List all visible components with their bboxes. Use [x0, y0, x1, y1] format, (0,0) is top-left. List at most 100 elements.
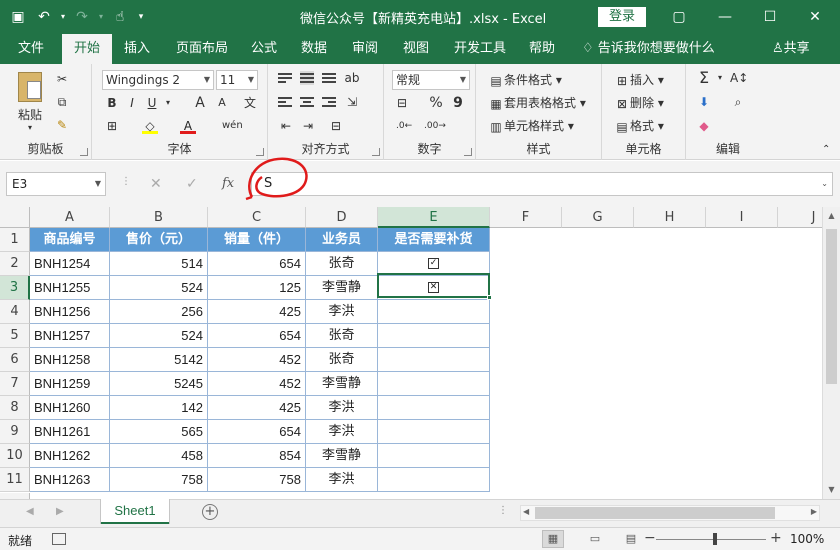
col-header-h[interactable]: H: [634, 207, 706, 228]
scroll-down-icon[interactable]: ▼: [823, 483, 840, 497]
page-break-view-icon[interactable]: ▤: [620, 530, 642, 548]
cell-restock[interactable]: ✕: [378, 276, 490, 300]
decrease-indent-icon[interactable]: ⇤: [278, 118, 294, 134]
cell-price[interactable]: 524: [110, 324, 208, 348]
tab-developer[interactable]: 开发工具: [454, 34, 506, 64]
cell-styles-button[interactable]: ▥ 单元格样式 ▾: [488, 117, 574, 135]
cell-product-id[interactable]: BNH1256: [30, 300, 110, 324]
alignment-launcher-icon[interactable]: [372, 148, 380, 156]
cell-salesperson[interactable]: 李洪: [306, 420, 378, 444]
normal-view-icon[interactable]: ▦: [542, 530, 564, 548]
percent-button[interactable]: %: [428, 95, 444, 111]
comma-style-button[interactable]: 9: [450, 95, 466, 111]
cell-product-id[interactable]: BNH1263: [30, 468, 110, 492]
touch-mode-icon[interactable]: ☝: [108, 5, 132, 29]
cell-restock[interactable]: [378, 468, 490, 492]
cell-price[interactable]: 758: [110, 468, 208, 492]
wrap-text-icon[interactable]: ⇲: [344, 94, 360, 110]
conditional-format-button[interactable]: ▤ 条件格式 ▾: [488, 71, 562, 89]
name-box[interactable]: E3 ▼: [6, 172, 106, 196]
row-header-4[interactable]: 4: [0, 300, 30, 324]
redo-icon[interactable]: ↷: [70, 5, 94, 29]
cell-product-id[interactable]: BNH1254: [30, 252, 110, 276]
align-center-icon[interactable]: [300, 95, 314, 109]
sheet-prev-icon[interactable]: ◀: [26, 506, 34, 517]
cell-restock[interactable]: [378, 348, 490, 372]
vertical-scrollbar[interactable]: ▲ ▼: [822, 207, 840, 499]
zoom-out-icon[interactable]: −: [644, 530, 656, 546]
cell-product-id[interactable]: BNH1261: [30, 420, 110, 444]
cell-product-id[interactable]: BNH1258: [30, 348, 110, 372]
align-left-icon[interactable]: [278, 95, 292, 109]
cell-salesperson[interactable]: 张奇: [306, 348, 378, 372]
cancel-icon[interactable]: ✕: [150, 176, 162, 192]
cell-product-id[interactable]: BNH1257: [30, 324, 110, 348]
maximize-icon[interactable]: ☐: [755, 4, 785, 30]
tab-help[interactable]: 帮助: [529, 34, 555, 64]
tab-view[interactable]: 视图: [403, 34, 429, 64]
collapse-ribbon-icon[interactable]: ⌃: [822, 144, 830, 155]
sheet-tab-sheet1[interactable]: Sheet1: [101, 499, 169, 524]
cell-price[interactable]: 256: [110, 300, 208, 324]
cell-sales[interactable]: 654: [208, 252, 306, 276]
fill-icon[interactable]: ⬇: [696, 94, 712, 110]
cell-sales[interactable]: 425: [208, 396, 306, 420]
cell-price[interactable]: 5142: [110, 348, 208, 372]
redo-dropdown-icon[interactable]: ▾: [96, 5, 106, 29]
cell-price[interactable]: 5245: [110, 372, 208, 396]
worksheet-grid[interactable]: A B C D E F G H I J 1 商品编号 售价（元） 销量（件） 业…: [0, 207, 822, 499]
cell-salesperson[interactable]: 李雪静: [306, 372, 378, 396]
zoom-slider[interactable]: [656, 539, 766, 540]
col-header-d[interactable]: D: [306, 207, 378, 228]
bold-button[interactable]: B: [104, 95, 120, 111]
cell-price[interactable]: 524: [110, 276, 208, 300]
cell-product-id[interactable]: BNH1260: [30, 396, 110, 420]
autosum-dropdown-icon[interactable]: ▾: [712, 70, 728, 86]
increase-indent-icon[interactable]: ⇥: [300, 118, 316, 134]
customize-qat-icon[interactable]: ▾: [134, 5, 148, 29]
zoom-level[interactable]: 100%: [790, 532, 824, 546]
cell-product-id[interactable]: BNH1259: [30, 372, 110, 396]
col-header-f[interactable]: F: [490, 207, 562, 228]
share-button[interactable]: ♙共享: [772, 34, 810, 64]
autosum-icon[interactable]: Σ: [696, 70, 712, 86]
clear-icon[interactable]: ◆: [696, 118, 712, 134]
decrease-decimal-icon[interactable]: .00→: [424, 118, 446, 134]
cell-sales[interactable]: 654: [208, 420, 306, 444]
cell-salesperson[interactable]: 张奇: [306, 324, 378, 348]
header-cell-product-id[interactable]: 商品编号: [30, 228, 110, 252]
format-painter-icon[interactable]: ✎: [54, 117, 70, 133]
delete-cells-button[interactable]: ⊠ 删除 ▾: [614, 94, 664, 112]
cell-sales[interactable]: 654: [208, 324, 306, 348]
insert-function-icon[interactable]: fx: [222, 176, 234, 191]
close-icon[interactable]: ✕: [800, 4, 830, 30]
font-size-combo[interactable]: 11 ▼: [216, 70, 258, 90]
add-sheet-button[interactable]: +: [202, 504, 218, 520]
increase-decimal-icon[interactable]: .0←: [396, 118, 412, 134]
col-header-c[interactable]: C: [208, 207, 306, 228]
header-cell-restock[interactable]: 是否需要补货: [378, 228, 490, 252]
formula-input[interactable]: S ⌄: [251, 172, 833, 196]
number-format-combo[interactable]: 常规 ▼: [392, 70, 470, 90]
tab-data[interactable]: 数据: [301, 34, 327, 64]
col-header-g[interactable]: G: [562, 207, 634, 228]
row-header-7[interactable]: 7: [0, 372, 30, 396]
col-header-i[interactable]: I: [706, 207, 778, 228]
cell-sales[interactable]: 854: [208, 444, 306, 468]
merge-center-icon[interactable]: ⊟: [328, 118, 344, 134]
row-header-2[interactable]: 2: [0, 252, 30, 276]
cell-price[interactable]: 458: [110, 444, 208, 468]
row-header-10[interactable]: 10: [0, 444, 30, 468]
tell-me-search[interactable]: ♢ 告诉我你想要做什么: [582, 34, 715, 64]
cell-price[interactable]: 565: [110, 420, 208, 444]
row-header-1[interactable]: 1: [0, 228, 30, 252]
zoom-in-icon[interactable]: +: [770, 530, 782, 546]
format-as-table-button[interactable]: ▦ 套用表格格式 ▾: [488, 94, 586, 112]
orientation-icon[interactable]: ab: [344, 70, 360, 86]
underline-dropdown-icon[interactable]: ▾: [160, 95, 176, 111]
row-header-11[interactable]: 11: [0, 468, 30, 492]
cell-restock[interactable]: ✓: [378, 252, 490, 276]
cell-product-id[interactable]: BNH1262: [30, 444, 110, 468]
tab-formulas[interactable]: 公式: [251, 34, 277, 64]
macro-record-icon[interactable]: [52, 533, 66, 545]
